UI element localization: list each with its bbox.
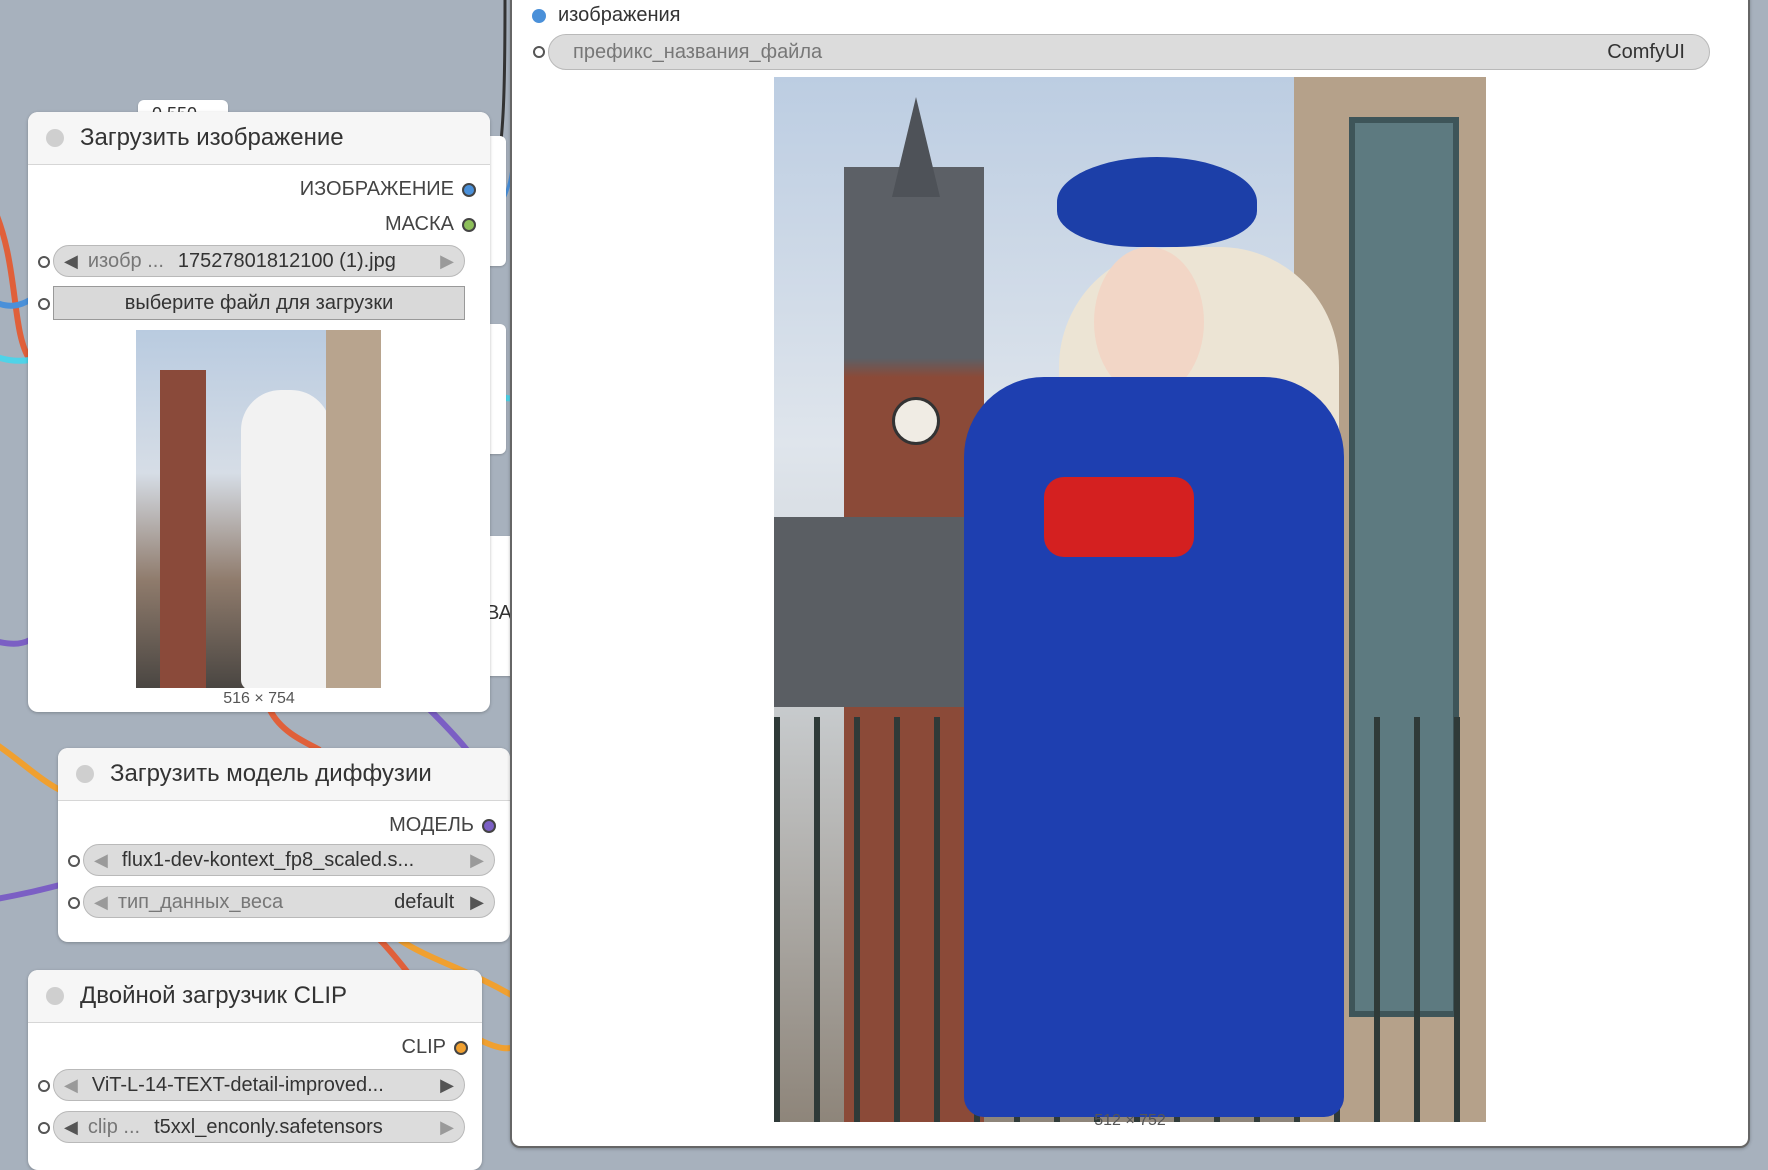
chevron-right-icon[interactable]: ▶	[430, 251, 464, 272]
image-select-label: изобр ...	[87, 249, 164, 272]
collapse-dot-icon[interactable]	[46, 987, 64, 1005]
preview-figure	[241, 390, 331, 688]
output-model-label: МОДЕЛЬ	[389, 814, 474, 836]
input-images[interactable]: изображения	[532, 4, 681, 27]
output-size-text: 512 × 752	[1094, 1112, 1166, 1129]
node-header[interactable]: Двойной загрузчик CLIP	[28, 970, 482, 1023]
dtype-select-label: тип_данных_веса	[117, 890, 284, 913]
dtype-select-value: default	[394, 890, 455, 913]
red-bow	[1044, 477, 1194, 557]
clip2-widget-slot-icon[interactable]	[38, 1122, 50, 1134]
load-diffusion-model-node[interactable]: Загрузить модель диффузии МОДЕЛЬ ◀ flux1…	[58, 748, 510, 942]
output-image-preview	[774, 77, 1486, 1122]
upload-widget-slot-icon[interactable]	[38, 298, 50, 310]
node-title: Двойной загрузчик CLIP	[80, 982, 347, 1009]
clip2-select-label: clip ...	[87, 1115, 141, 1138]
image-select[interactable]: ◀ изобр ... 17527801812100 (1).jpg ▶	[53, 245, 465, 277]
chevron-right-icon[interactable]: ▶	[460, 850, 494, 871]
node-header[interactable]: Загрузить модель диффузии	[58, 748, 510, 801]
clip1-select-value: ViT-L-14-TEXT-detail-improved...	[91, 1073, 384, 1096]
preview-wall	[326, 330, 381, 688]
input-images-label: изображения	[558, 4, 681, 26]
clip1-widget-slot-icon[interactable]	[38, 1080, 50, 1092]
chevron-left-icon[interactable]: ◀	[84, 892, 118, 913]
chevron-left-icon[interactable]: ◀	[84, 850, 118, 871]
clip2-select-value: t5xxl_enconly.safetensors	[154, 1115, 383, 1138]
output-model-port-icon[interactable]	[482, 818, 496, 833]
prefix-label: префикс_названия_файла	[573, 40, 823, 63]
girl-face	[1094, 247, 1204, 397]
image-select-value: 17527801812100 (1).jpg	[177, 249, 396, 272]
model-widget-slot-icon[interactable]	[68, 855, 80, 867]
image-widget-slot-icon[interactable]	[38, 256, 50, 268]
output-clip-label: CLIP	[401, 1036, 446, 1058]
clock-face	[892, 397, 940, 445]
filename-prefix-input[interactable]: префикс_названия_файла ComfyUI	[548, 34, 1710, 70]
chevron-left-icon[interactable]: ◀	[54, 1117, 88, 1138]
model-select[interactable]: ◀ flux1-dev-kontext_fp8_scaled.s... ▶	[83, 844, 495, 876]
chevron-right-icon[interactable]: ▶	[460, 892, 494, 913]
output-mask[interactable]: МАСКА	[385, 213, 476, 236]
clip1-select[interactable]: ◀ ViT-L-14-TEXT-detail-improved... ▶	[53, 1069, 465, 1101]
chevron-left-icon[interactable]: ◀	[54, 251, 88, 272]
dtype-select[interactable]: ◀ тип_данных_веса default ▶	[83, 886, 495, 918]
clip2-select[interactable]: ◀ clip ... t5xxl_enconly.safetensors ▶	[53, 1111, 465, 1143]
collapse-dot-icon[interactable]	[46, 129, 64, 147]
output-model[interactable]: МОДЕЛЬ	[389, 814, 496, 837]
chevron-right-icon[interactable]: ▶	[430, 1117, 464, 1138]
dual-clip-loader-node[interactable]: Двойной загрузчик CLIP CLIP ◀ ViT-L-14-T…	[28, 970, 482, 1170]
prefix-value: ComfyUI	[1607, 40, 1685, 63]
output-clip[interactable]: CLIP	[402, 1036, 468, 1059]
output-mask-port-icon[interactable]	[462, 217, 476, 232]
output-image-label: ИЗОБРАЖЕНИЕ	[299, 178, 454, 200]
output-mask-label: МАСКА	[385, 213, 454, 235]
save-image-node[interactable]: изображения префикс_названия_файла Comfy…	[510, 0, 1750, 1148]
node-title: Загрузить изображение	[80, 124, 344, 151]
dtype-widget-slot-icon[interactable]	[68, 897, 80, 909]
collapse-dot-icon[interactable]	[76, 765, 94, 783]
beret	[1057, 157, 1257, 247]
load-image-node[interactable]: Загрузить изображение ИЗОБРАЖЕНИЕ МАСКА …	[28, 112, 490, 712]
preview-tower	[160, 370, 206, 688]
node-title: Загрузить модель диффузии	[110, 760, 432, 787]
prefix-widget-slot-icon[interactable]	[533, 46, 545, 58]
upload-button[interactable]: выберите файл для загрузки	[53, 286, 465, 320]
output-image[interactable]: ИЗОБРАЖЕНИЕ	[300, 178, 476, 201]
output-clip-port-icon[interactable]	[454, 1040, 468, 1055]
node-header[interactable]: Загрузить изображение	[28, 112, 490, 165]
input-port-icon[interactable]	[532, 8, 546, 23]
output-image-port-icon[interactable]	[462, 182, 476, 197]
image-preview	[136, 330, 381, 688]
chevron-right-icon[interactable]: ▶	[430, 1075, 464, 1096]
chevron-left-icon[interactable]: ◀	[54, 1075, 88, 1096]
model-select-value: flux1-dev-kontext_fp8_scaled.s...	[121, 848, 415, 871]
tower-spire	[892, 97, 940, 197]
preview-size-text: 516 × 754	[223, 690, 295, 707]
